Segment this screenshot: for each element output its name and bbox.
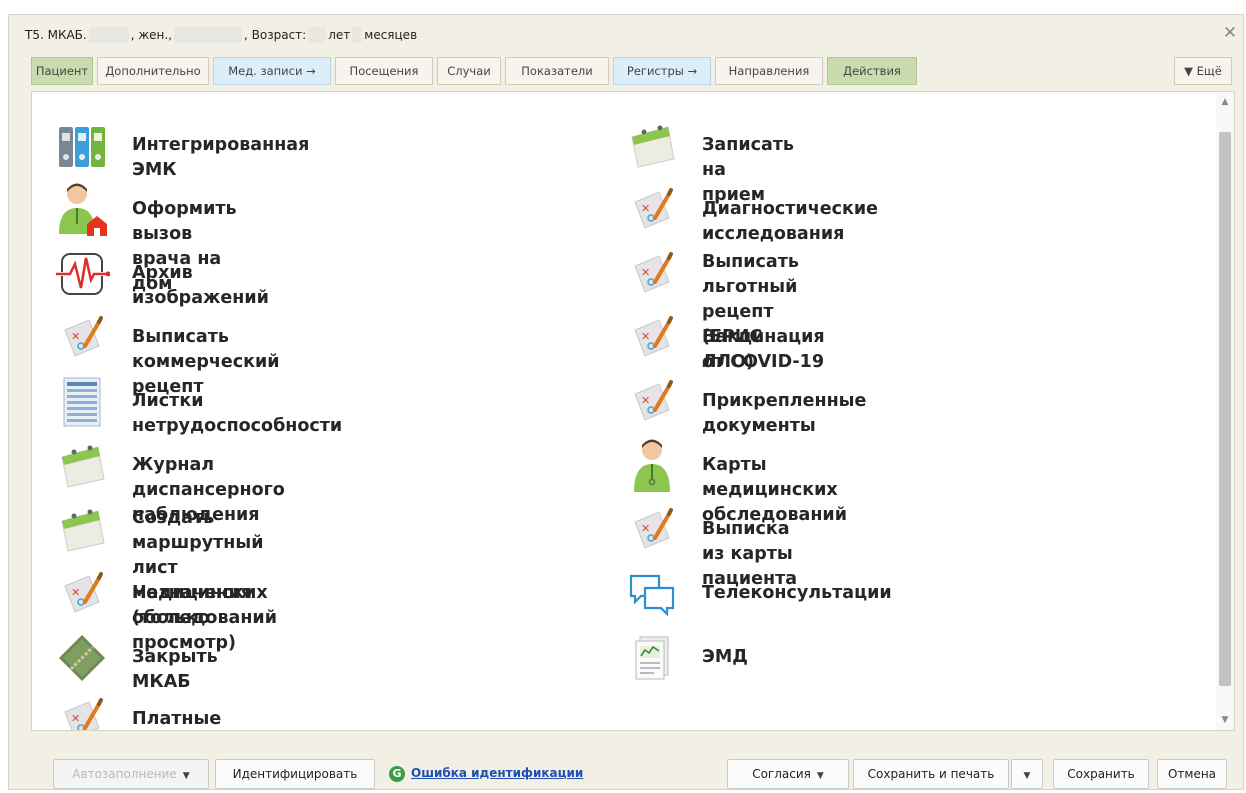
scroll-thumb[interactable] [1219,132,1231,686]
vertical-scrollbar[interactable]: ▲ ▼ [1216,92,1234,730]
identify-error-link[interactable]: Ошибка идентификации [411,766,583,780]
title-years: лет [328,28,351,42]
title-months: месяцев [364,28,418,42]
autofill-button[interactable]: Автозаполнение ▼ [53,759,209,789]
scroll-down-arrow-icon[interactable]: ▼ [1216,712,1234,728]
action-label: Прикрепленные документы [702,391,867,436]
heartbeat-icon [54,246,110,302]
action-label: Листки нетрудоспособности [132,391,343,436]
action-label: Архив изображений [132,263,269,308]
title-gender: , жен., [130,28,173,42]
prescription-icon: ✕ [624,374,680,430]
prescription-icon: ✕ [54,566,110,622]
redacted-birthdate [174,27,243,43]
action-label: Диагностические исследования [702,199,878,244]
identification-status-icon: G [389,766,405,782]
prescription-icon: ✕ [54,310,110,366]
action-label: Интегрированная ЭМК [132,135,310,180]
close-icon[interactable]: ✕ [1221,24,1239,42]
tab-registers[interactable]: Регистры → [613,57,711,85]
autofill-label: Автозаполнение [72,767,177,781]
action-label: Телеконсультации [702,583,892,603]
action-label: Платные услуги [132,709,222,729]
action-label: ЭМД [702,647,748,667]
save-and-print-button[interactable]: Сохранить и печать [853,759,1009,789]
prescription-icon: ✕ [624,182,680,238]
prescription-icon: ✕ [624,310,680,366]
svg-text:✕: ✕ [641,522,650,535]
cancel-button[interactable]: Отмена [1157,759,1227,789]
identify-button[interactable]: Идентифицировать [215,759,375,789]
action-label: Вакцинация от COVID-19 [702,327,825,372]
tab-actions[interactable]: Действия [827,57,917,85]
tab-additional[interactable]: Дополнительно [97,57,209,85]
svg-text:✕: ✕ [71,330,80,343]
chevron-down-icon: ▼ [1023,771,1031,781]
svg-text:✕: ✕ [71,712,80,725]
prescription-icon: ✕ [624,246,680,302]
chevron-down-icon: ▼ [182,771,190,781]
mkab-window: Т5. МКАБ. , жен., , Возраст: лет месяцев… [8,14,1244,790]
tab-more[interactable]: ▼ Ещё [1174,57,1232,85]
prescription-icon: ✕ [624,502,680,558]
chat-bubbles-icon [624,566,680,622]
doctor-icon [624,438,680,494]
redacted-age-months [352,27,363,43]
tab-patient[interactable]: Пациент [31,57,93,85]
binders-icon [54,118,110,174]
title-age-label: , Возраст: [244,28,307,42]
consents-label: Согласия [752,767,811,781]
tab-visits[interactable]: Посещения [335,57,433,85]
tab-bar: Пациент Дополнительно Мед. записи → Посе… [31,57,1235,87]
chevron-down-icon: ▼ [816,771,824,781]
closed-book-icon [54,630,110,686]
calendar-icon [54,438,110,494]
footer-bar: Автозаполнение ▼ Идентифицировать G Ошибк… [9,751,1243,791]
calendar-icon [54,502,110,558]
tab-referrals[interactable]: Направления [715,57,823,85]
calendar-icon [624,118,680,174]
actions-panel: Интегрированная ЭМК Оформить вызов врача… [31,91,1235,731]
svg-text:✕: ✕ [641,394,650,407]
svg-text:✕: ✕ [641,202,650,215]
sick-leave-sheet-icon [54,374,110,430]
redacted-age-years [308,27,327,43]
save-button[interactable]: Сохранить [1053,759,1149,789]
titlebar: Т5. МКАБ. , жен., , Возраст: лет месяцев… [9,15,1243,53]
scroll-up-arrow-icon[interactable]: ▲ [1216,94,1234,110]
consents-dropdown-button[interactable]: Согласия ▼ [727,759,849,789]
doctor-home-icon [54,182,110,238]
tab-indicators[interactable]: Показатели [505,57,609,85]
tab-med-records[interactable]: Мед. записи → [213,57,331,85]
redacted-name [88,27,129,43]
tab-cases[interactable]: Случаи [437,57,501,85]
title-prefix: Т5. МКАБ. [25,28,87,42]
action-label: Закрыть МКАБ [132,647,218,692]
svg-text:✕: ✕ [641,266,650,279]
svg-text:✕: ✕ [71,586,80,599]
svg-text:✕: ✕ [641,330,650,343]
prescription-icon: ✕ [54,692,110,730]
save-and-print-dropdown-button[interactable]: ▼ [1011,759,1043,789]
document-chart-icon [624,630,680,686]
patient-summary: Т5. МКАБ. , жен., , Возраст: лет месяцев [25,27,417,43]
